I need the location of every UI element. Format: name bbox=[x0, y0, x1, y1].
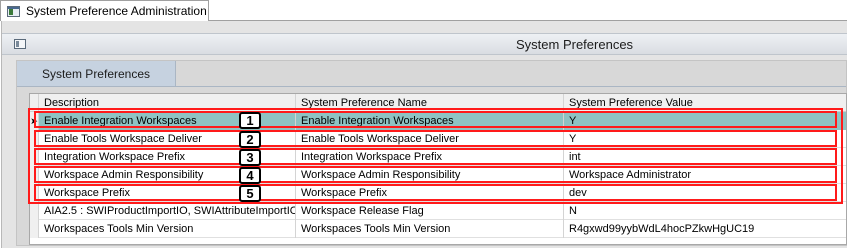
table-row[interactable]: AIA2.5 : SWIProductImportIO, SWIAttribut… bbox=[30, 202, 846, 220]
cell-description[interactable]: Workspaces Tools Min Version bbox=[39, 220, 296, 238]
annotation-badge-5: 5 bbox=[239, 185, 261, 202]
application-icon bbox=[7, 5, 20, 17]
table-row[interactable]: ➤ Enable Integration Workspaces Enable I… bbox=[30, 112, 846, 130]
row-selector-arrow-icon: ➤ bbox=[30, 112, 39, 130]
row-selector bbox=[30, 220, 39, 238]
cell-description[interactable]: AIA2.5 : SWIProductImportIO, SWIAttribut… bbox=[39, 202, 296, 220]
panel-icon bbox=[14, 39, 26, 49]
row-selector bbox=[30, 202, 39, 220]
window-title: System Preference Administration bbox=[26, 4, 207, 18]
row-selector bbox=[30, 130, 39, 148]
cell-name[interactable]: Enable Tools Workspace Deliver bbox=[296, 130, 564, 148]
table-row[interactable]: Workspace Admin Responsibility Workspace… bbox=[30, 166, 846, 184]
row-selector bbox=[30, 166, 39, 184]
preferences-grid: Description System Preference Name Syste… bbox=[29, 93, 847, 245]
annotation-badge-3: 3 bbox=[239, 149, 261, 166]
cell-value[interactable]: Y bbox=[564, 112, 846, 130]
tab-system-preferences[interactable]: System Preferences bbox=[17, 61, 176, 86]
table-row[interactable]: Integration Workspace Prefix Integration… bbox=[30, 148, 846, 166]
row-selector bbox=[30, 184, 39, 202]
grid-header: Description System Preference Name Syste… bbox=[30, 94, 846, 112]
cell-value[interactable]: Workspace Administrator bbox=[564, 166, 846, 184]
annotation-badge-1: 1 bbox=[239, 112, 261, 129]
cell-value[interactable]: int bbox=[564, 148, 846, 166]
cell-name[interactable]: Enable Integration Workspaces bbox=[296, 112, 564, 130]
cell-value[interactable]: dev bbox=[564, 184, 846, 202]
table-row[interactable]: Workspace Prefix Workspace Prefix dev bbox=[30, 184, 846, 202]
cell-name[interactable]: Workspace Release Flag bbox=[296, 202, 564, 220]
annotation-badge-2: 2 bbox=[239, 131, 261, 148]
annotation-badge-4: 4 bbox=[239, 167, 261, 184]
column-header-description[interactable]: Description bbox=[39, 94, 296, 112]
table-row[interactable]: Enable Tools Workspace Deliver Enable To… bbox=[30, 130, 846, 148]
cell-value[interactable]: N bbox=[564, 202, 846, 220]
main-frame: System Preferences System Preferences De… bbox=[1, 21, 847, 248]
tab-container: System Preferences Description System Pr… bbox=[16, 60, 847, 246]
window-tab[interactable]: System Preference Administration bbox=[0, 0, 209, 21]
column-header-name[interactable]: System Preference Name bbox=[296, 94, 564, 112]
column-header-value[interactable]: System Preference Value bbox=[564, 94, 846, 112]
cell-name[interactable]: Workspace Admin Responsibility bbox=[296, 166, 564, 184]
cell-value[interactable]: R4gxwd99yybWdL4hocPZkwHgUC19 bbox=[564, 220, 846, 238]
tab-underline bbox=[17, 86, 846, 87]
row-selector-header bbox=[30, 94, 39, 112]
cell-name[interactable]: Workspace Prefix bbox=[296, 184, 564, 202]
table-row[interactable]: Workspaces Tools Min Version Workspaces … bbox=[30, 220, 846, 238]
panel-title: System Preferences bbox=[516, 37, 634, 52]
row-selector bbox=[30, 148, 39, 166]
cell-name[interactable]: Workspaces Tools Min Version bbox=[296, 220, 564, 238]
cell-value[interactable]: Y bbox=[564, 130, 846, 148]
panel-header: System Preferences bbox=[2, 33, 847, 55]
cell-name[interactable]: Integration Workspace Prefix bbox=[296, 148, 564, 166]
